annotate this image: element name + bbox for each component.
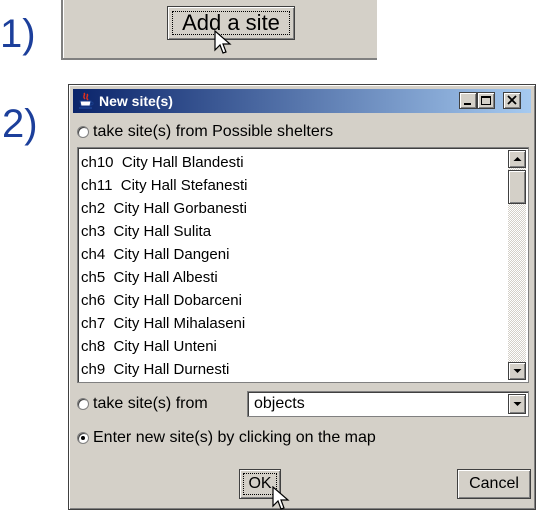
radio-from-objects[interactable] (77, 398, 89, 410)
objects-select-dropdown-button[interactable] (508, 394, 526, 414)
list-item[interactable]: ch2 City Hall Gorbanesti (81, 197, 501, 220)
ok-label: OK (248, 475, 272, 492)
new-site-dialog: New site(s) take site(s) from Possible s… (68, 84, 536, 510)
dialog-title: New site(s) (99, 93, 173, 109)
radio-click-on-map[interactable] (77, 432, 89, 444)
objects-select[interactable]: objects (247, 391, 529, 417)
vertical-scrollbar[interactable] (508, 150, 526, 380)
step-number-2: 2) (2, 102, 38, 146)
cancel-button[interactable]: Cancel (457, 469, 531, 499)
list-item[interactable]: ch5 City Hall Albesti (81, 266, 501, 289)
sites-list[interactable]: ch10 City Hall Blandesti ch11 City Hall S… (77, 147, 529, 383)
close-icon (507, 95, 517, 105)
panel-bottom-edge (61, 58, 377, 60)
option-from-objects-label: take site(s) from (93, 395, 208, 412)
arrow-down-icon (513, 369, 522, 373)
sites-list-items: ch10 City Hall Blandesti ch11 City Hall S… (81, 151, 501, 381)
option-possible-shelters-label: take site(s) from Possible shelters (93, 123, 334, 140)
list-item[interactable]: ch8 City Hall Unteni (81, 335, 501, 358)
option-click-on-map-label: Enter new site(s) by clicking on the map (93, 429, 376, 446)
minimize-icon (464, 103, 471, 105)
list-item[interactable]: ch11 City Hall Stefanesti (81, 174, 501, 197)
panel-divider (61, 0, 64, 60)
title-bar[interactable]: New site(s) (73, 89, 531, 113)
scroll-up-button[interactable] (508, 150, 526, 168)
radio-possible-shelters[interactable] (77, 126, 89, 138)
mouse-cursor-icon (214, 30, 232, 54)
arrow-up-icon (513, 157, 522, 161)
scroll-down-button[interactable] (508, 362, 526, 380)
maximize-button[interactable] (477, 92, 495, 109)
list-item[interactable]: ch6 City Hall Dobarceni (81, 289, 501, 312)
objects-select-value: objects (254, 395, 305, 412)
list-item[interactable]: ch9 City Hall Durnesti (81, 358, 501, 381)
list-item[interactable]: ch3 City Hall Sulita (81, 220, 501, 243)
chevron-down-icon (513, 402, 522, 406)
step-number-1: 1) (0, 12, 36, 56)
close-button[interactable] (503, 92, 521, 109)
list-item[interactable]: ch4 City Hall Dangeni (81, 243, 501, 266)
mouse-cursor-icon (272, 486, 290, 510)
maximize-icon (481, 96, 491, 105)
scroll-thumb[interactable] (508, 170, 526, 204)
java-cup-icon (79, 92, 94, 109)
minimize-button[interactable] (459, 92, 477, 109)
list-item[interactable]: ch7 City Hall Mihalaseni (81, 312, 501, 335)
list-item[interactable]: ch10 City Hall Blandesti (81, 151, 501, 174)
